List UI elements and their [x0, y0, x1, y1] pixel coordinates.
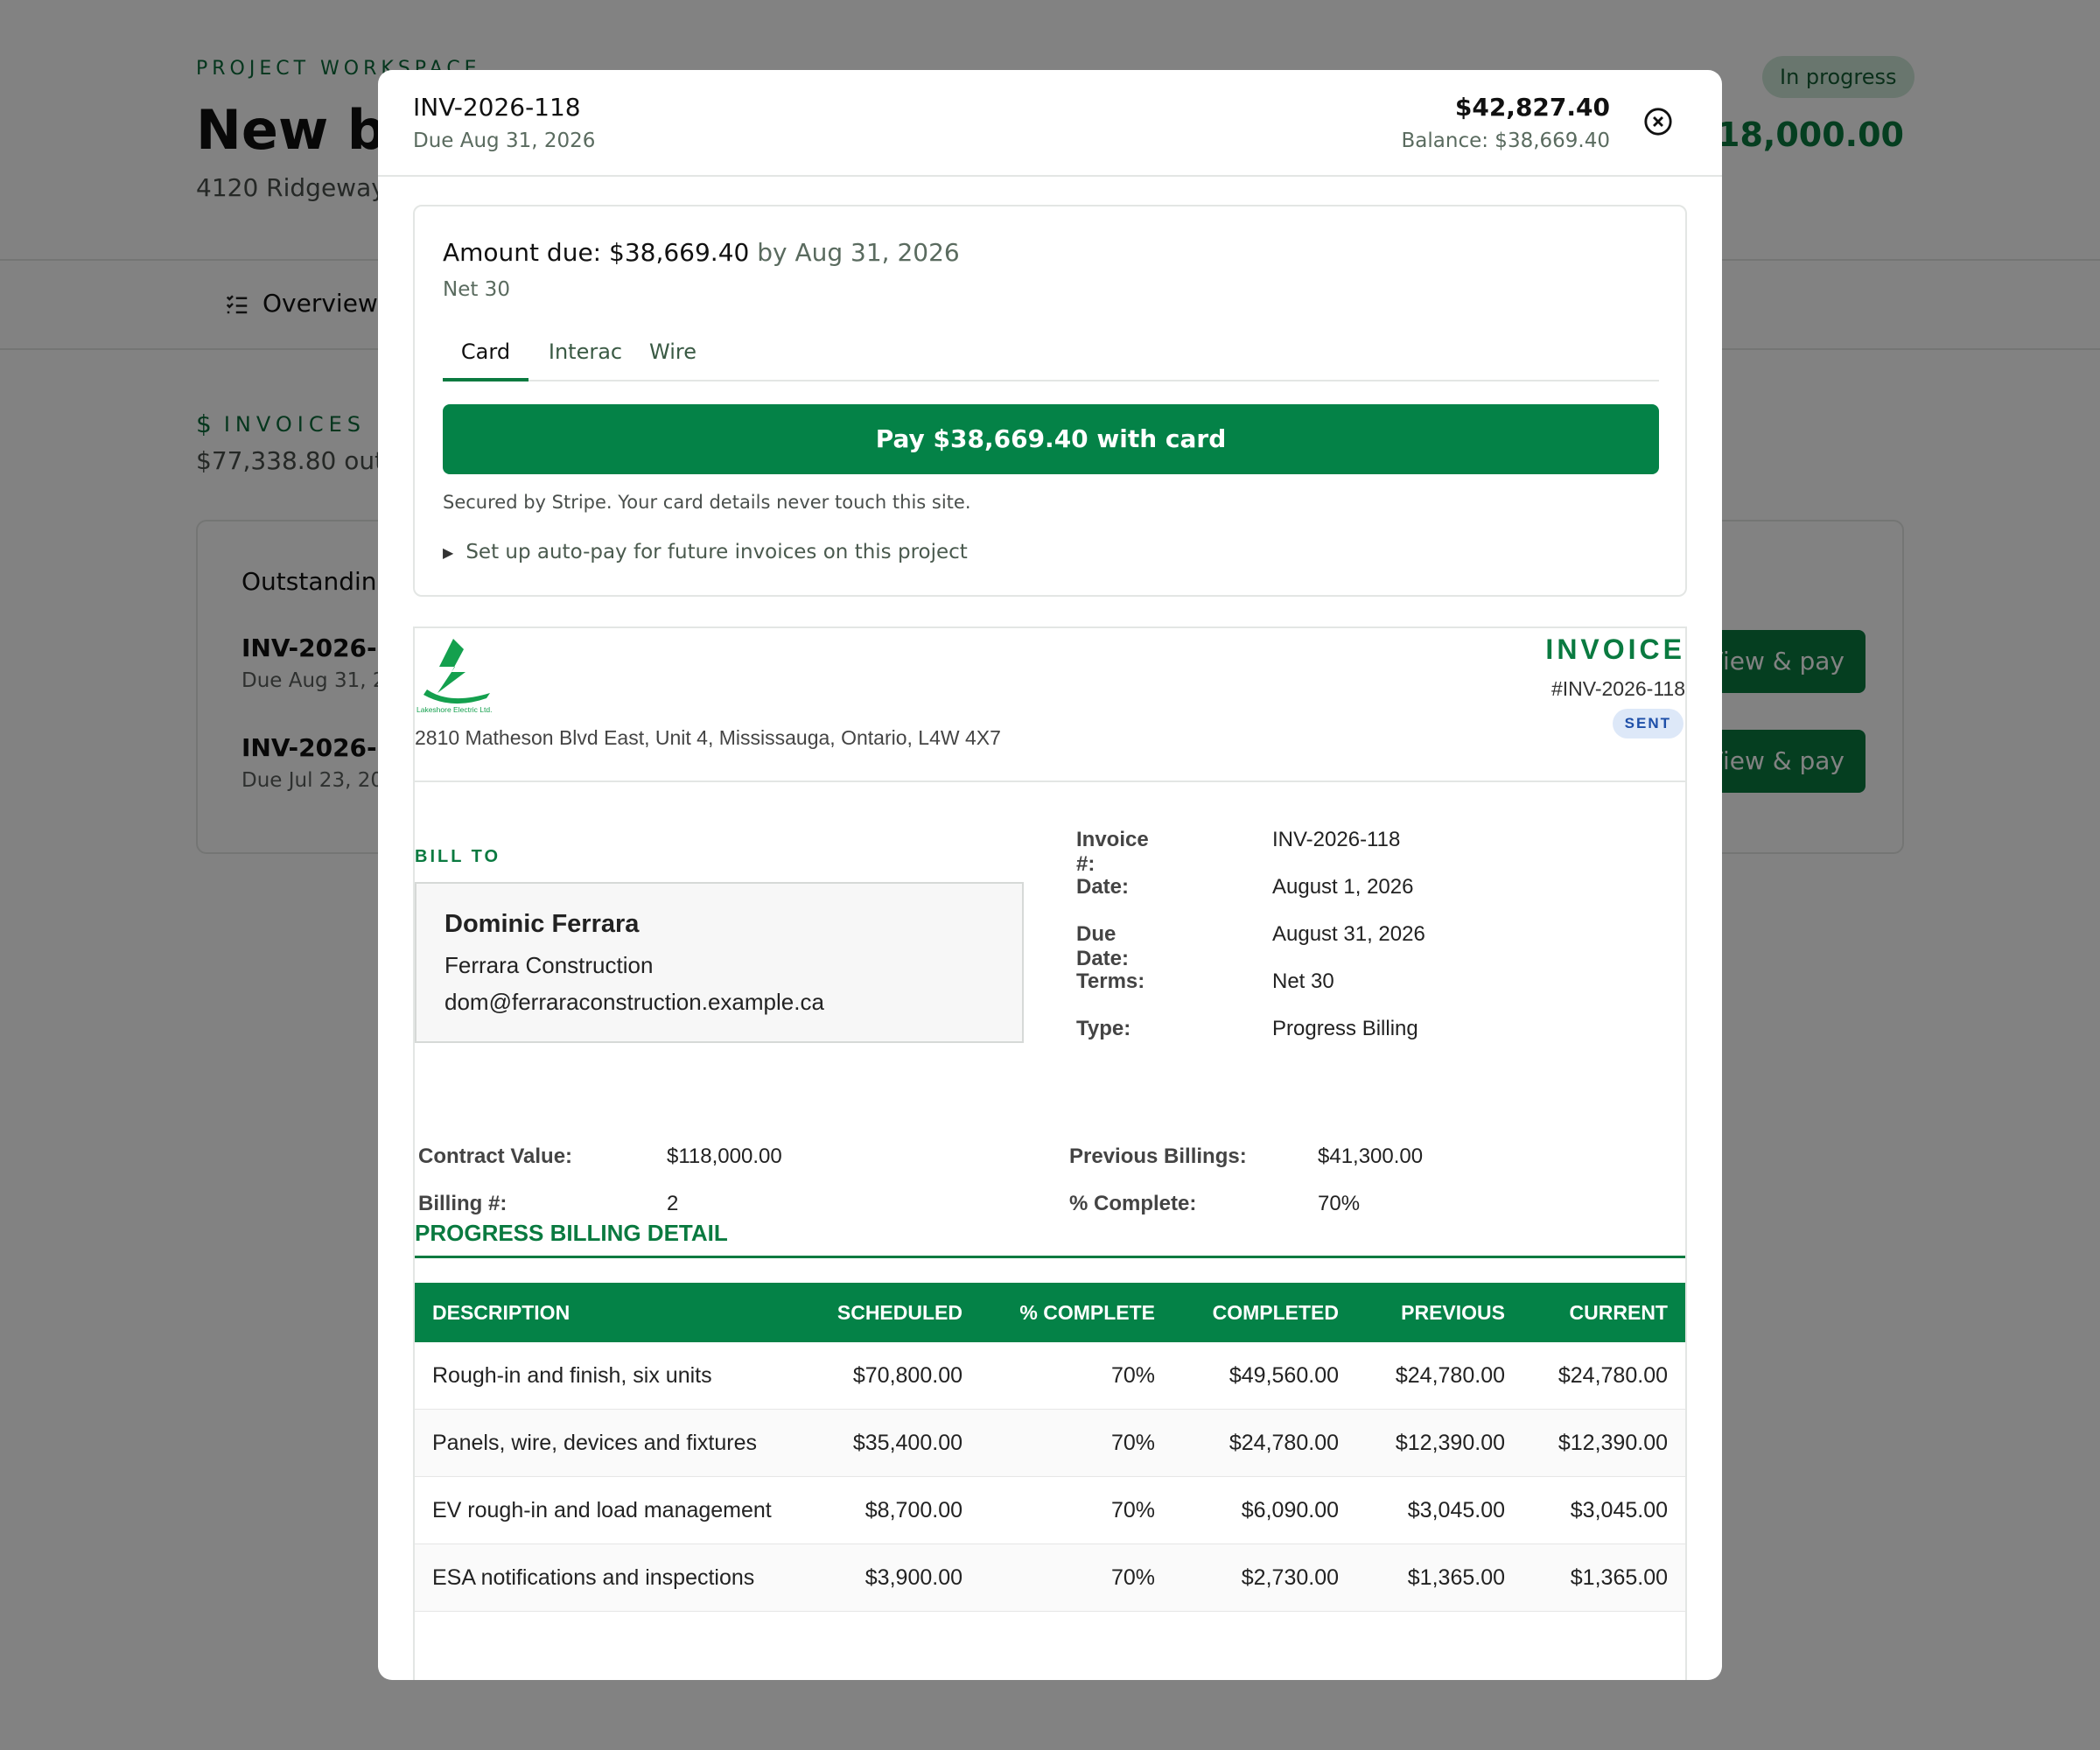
table-cell: $3,045.00	[1356, 1476, 1522, 1544]
payment-panel: Amount due: $38,669.40 by Aug 31, 2026 N…	[413, 205, 1687, 597]
tab-interac[interactable]: Interac	[539, 332, 632, 382]
svg-text:Lakeshore Electric Ltd.: Lakeshore Electric Ltd.	[416, 705, 492, 714]
table-row: ESA notifications and inspections $3,900…	[415, 1544, 1685, 1612]
table-cell: EV rough-in and load management	[415, 1476, 805, 1544]
table-cell: $24,780.00	[1356, 1342, 1522, 1410]
company-logo: Lakeshore Electric Ltd.	[416, 639, 492, 714]
column-header: COMPLETED	[1212, 1300, 1339, 1324]
bill-to-label: BILL TO	[415, 847, 501, 866]
client-email: dom@ferraraconstruction.example.ca	[444, 989, 824, 1015]
meta-value: August 1, 2026	[1272, 875, 1414, 899]
client-name: Dominic Ferrara	[444, 910, 640, 938]
column-header: DESCRIPTION	[432, 1300, 570, 1324]
tab-card[interactable]: Card	[443, 332, 528, 382]
progress-billing-title: PROGRESS BILLING DETAIL	[415, 1220, 1685, 1258]
column-header: SCHEDULED	[836, 1300, 962, 1324]
table-cell: $3,045.00	[1522, 1476, 1685, 1544]
autopay-label: Set up auto-pay for future invoices on t…	[466, 541, 968, 564]
secured-note: Secured by Stripe. Your card details nev…	[443, 492, 971, 513]
table-cell: $70,800.00	[805, 1342, 980, 1410]
amount-due: Amount due: $38,669.40 by Aug 31, 2026	[443, 238, 960, 267]
table-cell: $35,400.00	[805, 1409, 980, 1477]
billing-no-label: Billing #:	[418, 1192, 508, 1215]
pay-with-card-button[interactable]: Pay $38,669.40 with card	[443, 404, 1659, 474]
invoice-number: #INV-2026-118	[1550, 677, 1685, 700]
table-cell: 70%	[980, 1409, 1172, 1477]
table-cell: 70%	[980, 1544, 1172, 1612]
meta-label: Type:	[1076, 1017, 1131, 1040]
table-cell: $2,730.00	[1172, 1544, 1356, 1612]
disclosure-triangle-icon: ▶	[443, 543, 454, 561]
table-cell: $12,390.00	[1356, 1409, 1522, 1477]
invoice-heading: INVOICE	[1545, 634, 1685, 665]
status-badge: SENT	[1612, 709, 1684, 738]
table-cell: 70%	[980, 1342, 1172, 1410]
modal-due-date: Due Aug 31, 2026	[413, 130, 596, 152]
divider	[415, 780, 1685, 782]
modal-balance: Balance: $38,669.40	[1401, 130, 1610, 152]
previous-billings-label: Previous Billings:	[1069, 1144, 1247, 1168]
amount-due-by: by Aug 31, 2026	[757, 238, 960, 267]
column-header: CURRENT	[1569, 1300, 1668, 1324]
modal-invoice-id: INV-2026-118	[413, 93, 581, 122]
invoice-document: Lakeshore Electric Ltd. 2810 Matheson Bl…	[413, 626, 1687, 1680]
table-row: EV rough-in and load management $8,700.0…	[415, 1476, 1685, 1544]
contract-value-label: Contract Value:	[418, 1144, 573, 1168]
meta-value: August 31, 2026	[1272, 922, 1425, 946]
payment-terms: Net 30	[443, 278, 510, 301]
table-cell: $1,365.00	[1522, 1544, 1685, 1612]
modal-body[interactable]: Amount due: $38,669.40 by Aug 31, 2026 N…	[413, 205, 1687, 1680]
table-row: Panels, wire, devices and fixtures $35,4…	[415, 1409, 1685, 1477]
modal-total: $42,827.40	[1454, 93, 1610, 122]
close-icon[interactable]	[1643, 107, 1673, 136]
meta-value: INV-2026-118	[1272, 828, 1401, 851]
table-cell: Panels, wire, devices and fixtures	[415, 1409, 805, 1477]
percent-complete-label: % Complete:	[1069, 1192, 1197, 1215]
table-cell: Rough-in and finish, six units	[415, 1342, 805, 1410]
table-cell: 70%	[980, 1476, 1172, 1544]
column-header: PREVIOUS	[1401, 1300, 1505, 1324]
payment-method-tabs: Card Interac Wire	[443, 332, 1659, 382]
bill-to-box: Dominic Ferrara Ferrara Construction dom…	[415, 882, 1024, 1043]
table-cell: $1,365.00	[1356, 1544, 1522, 1612]
client-company: Ferrara Construction	[444, 952, 654, 978]
company-address: 2810 Matheson Blvd East, Unit 4, Mississ…	[415, 726, 1001, 749]
invoice-modal: INV-2026-118 Due Aug 31, 2026 $42,827.40…	[378, 70, 1722, 1680]
table-cell: $6,090.00	[1172, 1476, 1356, 1544]
table-cell: ESA notifications and inspections	[415, 1544, 805, 1612]
amount-due-label: Amount due: $38,669.40	[443, 238, 750, 267]
meta-value: Progress Billing	[1272, 1017, 1418, 1040]
billing-no: 2	[667, 1192, 679, 1215]
table-cell: $3,900.00	[805, 1544, 980, 1612]
autopay-toggle[interactable]: ▶ Set up auto-pay for future invoices on…	[443, 541, 968, 564]
meta-label: Due Date:	[1076, 922, 1130, 970]
contract-value: $118,000.00	[667, 1144, 782, 1168]
table-cell: $8,700.00	[805, 1476, 980, 1544]
meta-label: Terms:	[1076, 970, 1145, 993]
table-row: Rough-in and finish, six units $70,800.0…	[415, 1342, 1685, 1410]
column-header: % COMPLETE	[1019, 1300, 1155, 1324]
table-cell: $12,390.00	[1522, 1409, 1685, 1477]
table-cell: $24,780.00	[1522, 1342, 1685, 1410]
table-header-row: DESCRIPTION SCHEDULED % COMPLETE COMPLET…	[415, 1283, 1685, 1342]
table-cell: $24,780.00	[1172, 1409, 1356, 1477]
meta-value: Net 30	[1272, 970, 1334, 993]
modal-header: INV-2026-118 Due Aug 31, 2026 $42,827.40…	[378, 70, 1722, 177]
progress-billing-table: DESCRIPTION SCHEDULED % COMPLETE COMPLET…	[415, 1283, 1685, 1612]
contract-row: Contract Value: $118,000.00 Previous Bil…	[418, 1144, 1687, 1192]
percent-complete: 70%	[1318, 1192, 1361, 1215]
table-cell: $49,560.00	[1172, 1342, 1356, 1410]
meta-label: Invoice #:	[1076, 828, 1149, 876]
meta-label: Date:	[1076, 875, 1130, 899]
tab-wire[interactable]: Wire	[640, 332, 705, 382]
previous-billings: $41,300.00	[1318, 1144, 1424, 1168]
